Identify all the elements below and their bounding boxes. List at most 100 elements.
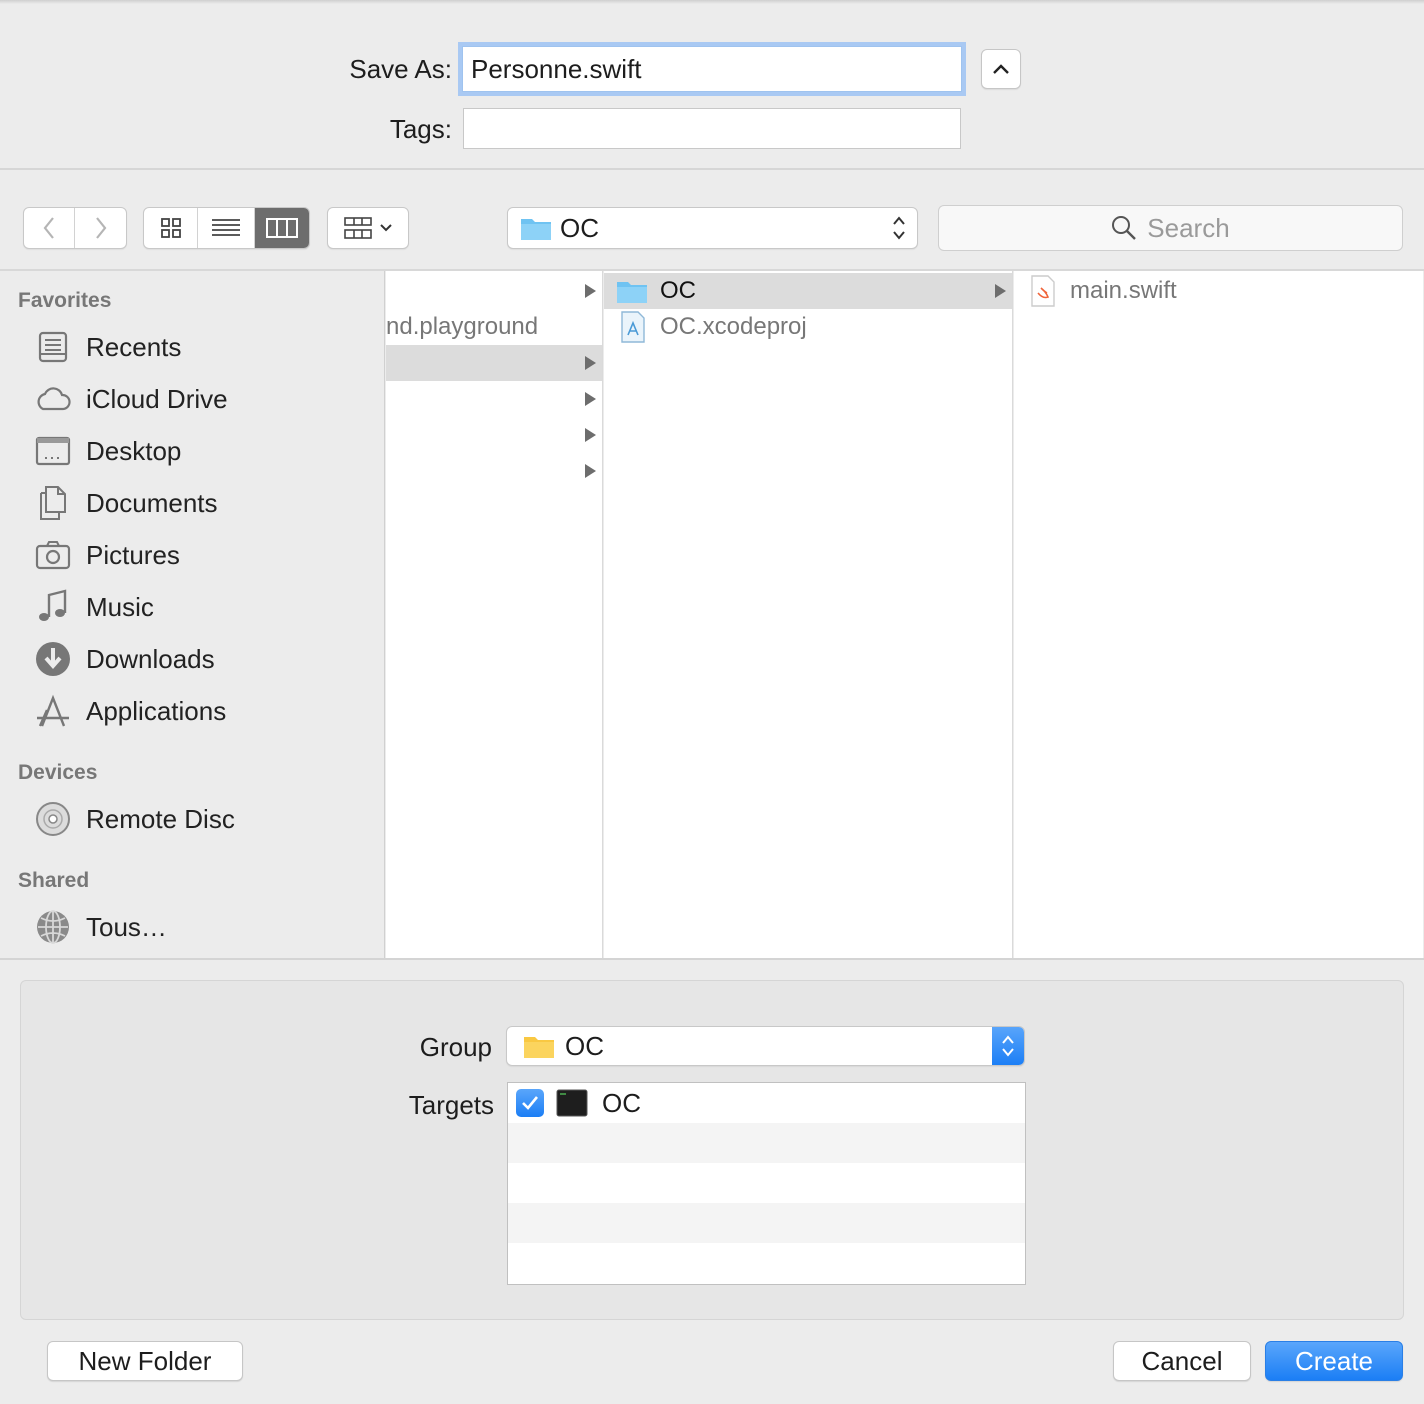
sidebar-item-pictures[interactable]: Pictures xyxy=(34,535,180,575)
sidebar-item-label: Documents xyxy=(86,487,218,518)
column-row-label: OC xyxy=(660,277,696,304)
chevron-down-icon xyxy=(380,224,392,232)
column-row-selected[interactable]: OC xyxy=(604,273,1012,309)
new-folder-button[interactable]: New Folder xyxy=(47,1341,243,1381)
chevron-up-icon xyxy=(993,64,1009,74)
music-note-icon xyxy=(39,589,67,621)
updown-chevron-icon xyxy=(1002,1035,1014,1057)
target-row-empty xyxy=(508,1163,1025,1203)
column-row-label: nd.playground xyxy=(386,313,539,340)
target-row-empty xyxy=(508,1243,1025,1283)
browser-column-1: nd.playground xyxy=(386,271,603,959)
sidebar: Favorites Recents iCloud Drive Desktop D… xyxy=(0,271,385,959)
updown-chevron-icon xyxy=(893,216,905,240)
sidebar-item-applications[interactable]: Applications xyxy=(34,691,226,731)
column-row[interactable]: OC.xcodeproj xyxy=(604,309,1012,345)
cloud-icon xyxy=(37,387,71,411)
column-row[interactable] xyxy=(386,417,602,453)
sidebar-item-label: Recents xyxy=(86,331,182,362)
sidebar-item-downloads[interactable]: Downloads xyxy=(34,639,215,679)
sidebar-item-documents[interactable]: Documents xyxy=(34,483,218,523)
sidebar-item-icloud-drive[interactable]: iCloud Drive xyxy=(34,379,228,419)
column-row[interactable] xyxy=(386,273,602,309)
sidebar-item-label: Remote Disc xyxy=(86,803,235,834)
create-button[interactable]: Create xyxy=(1265,1341,1403,1381)
search-placeholder: Search xyxy=(1147,212,1230,243)
divider xyxy=(0,168,1424,170)
location-label: OC xyxy=(560,212,599,243)
browser-column-3: main.swift xyxy=(1014,271,1423,959)
recents-icon xyxy=(38,331,68,363)
target-checkbox[interactable] xyxy=(516,1089,544,1117)
targets-label: Targets xyxy=(408,1090,494,1120)
terminal-app-icon xyxy=(556,1089,588,1117)
tags-label: Tags: xyxy=(389,114,452,144)
sidebar-item-shared-all[interactable]: Tous… xyxy=(34,907,167,947)
disclosure-arrow-icon xyxy=(585,284,596,298)
target-row-empty xyxy=(508,1203,1025,1243)
column-row[interactable]: main.swift xyxy=(1014,273,1422,309)
cancel-button[interactable]: Cancel xyxy=(1113,1341,1251,1381)
camera-icon xyxy=(35,541,71,570)
column-row-label: OC.xcodeproj xyxy=(660,313,807,340)
back-button[interactable] xyxy=(24,208,76,248)
sidebar-item-label: Tous… xyxy=(86,911,167,942)
expand-collapse-button[interactable] xyxy=(981,49,1021,89)
column-row-label: main.swift xyxy=(1070,277,1177,304)
chevron-right-icon xyxy=(95,217,106,239)
location-popup[interactable]: OC xyxy=(507,207,918,249)
sidebar-item-music[interactable]: Music xyxy=(34,587,154,627)
download-icon xyxy=(36,642,70,676)
sidebar-item-label: iCloud Drive xyxy=(86,383,228,414)
arrange-menu-button[interactable] xyxy=(327,207,409,249)
arrange-grid-icon xyxy=(344,217,372,239)
folder-icon xyxy=(524,1037,554,1058)
disclosure-arrow-icon xyxy=(585,428,596,442)
sidebar-item-remote-disc[interactable]: Remote Disc xyxy=(34,799,235,839)
disc-icon xyxy=(36,802,70,836)
browser-bottom-divider xyxy=(0,958,1424,960)
disclosure-arrow-icon xyxy=(585,464,596,478)
favorites-header: Favorites xyxy=(18,289,112,312)
sidebar-item-label: Applications xyxy=(86,695,227,726)
chevron-left-icon xyxy=(43,217,54,239)
column-row-selected[interactable] xyxy=(386,345,602,381)
devices-header: Devices xyxy=(18,761,98,784)
sidebar-item-label: Desktop xyxy=(86,435,182,466)
shared-header: Shared xyxy=(18,869,90,892)
disclosure-arrow-icon xyxy=(995,284,1006,298)
save-as-value: Personne.swift xyxy=(471,53,642,84)
tags-field[interactable] xyxy=(463,108,961,149)
icon-view-button[interactable] xyxy=(144,208,199,248)
sidebar-item-desktop[interactable]: Desktop xyxy=(34,431,181,471)
column-row[interactable] xyxy=(386,381,602,417)
column-view-button[interactable] xyxy=(254,208,309,248)
sidebar-item-recents[interactable]: Recents xyxy=(34,327,181,367)
target-row-empty xyxy=(508,1123,1025,1163)
group-value: OC xyxy=(565,1030,604,1061)
save-as-field[interactable]: Personne.swift xyxy=(462,46,962,92)
group-popup[interactable]: OC xyxy=(506,1026,1025,1066)
columns-icon xyxy=(265,218,298,238)
group-popup-stepper xyxy=(992,1027,1024,1065)
list-icon xyxy=(212,219,240,236)
list-view-button[interactable] xyxy=(198,208,255,248)
column-row[interactable] xyxy=(386,453,602,489)
folder-icon xyxy=(521,219,551,240)
target-label: OC xyxy=(602,1087,641,1118)
search-field[interactable]: Search xyxy=(938,205,1403,251)
navigation-segment xyxy=(23,207,127,249)
target-row[interactable]: OC xyxy=(508,1083,1025,1123)
sidebar-item-label: Music xyxy=(86,591,154,622)
desktop-icon xyxy=(35,436,71,466)
targets-list: OC xyxy=(507,1082,1026,1285)
network-icon xyxy=(37,910,69,944)
folder-icon xyxy=(617,282,647,303)
column-row[interactable]: nd.playground xyxy=(386,309,602,345)
disclosure-arrow-icon xyxy=(585,356,596,370)
forward-button[interactable] xyxy=(75,208,126,248)
window-top-edge xyxy=(0,0,1424,4)
documents-icon xyxy=(40,486,66,520)
disclosure-arrow-icon xyxy=(585,392,596,406)
view-mode-segment xyxy=(143,207,310,249)
